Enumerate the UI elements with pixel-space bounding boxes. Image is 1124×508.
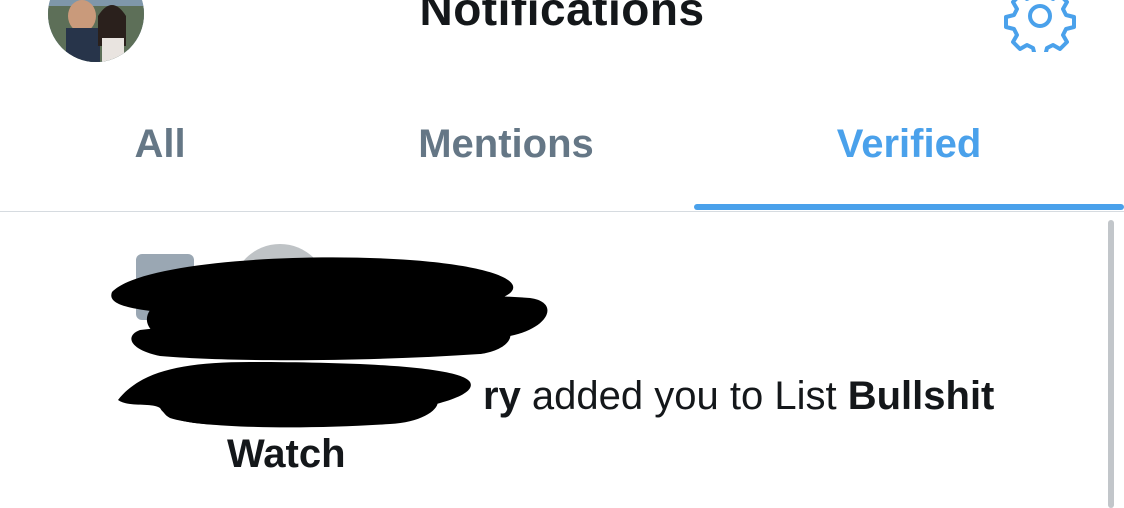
gear-icon: [1004, 0, 1076, 58]
notifications-screen: Notifications All Mentions Verified ry a…: [0, 0, 1124, 508]
tab-verified[interactable]: Verified: [694, 112, 1124, 210]
notification-list-name: Bullshit: [847, 374, 995, 418]
page-title: Notifications: [419, 0, 705, 35]
tab-mentions[interactable]: Mentions: [356, 112, 656, 210]
list-added-notification[interactable]: ry added you to List Bullshit Watch: [0, 212, 1108, 508]
active-tab-indicator: [694, 204, 1124, 210]
notification-text: ry added you to List Bullshit Watch: [164, 367, 1044, 483]
tab-all[interactable]: All: [60, 112, 260, 210]
notification-action: added you to List: [520, 374, 848, 418]
scrollbar[interactable]: [1108, 220, 1114, 508]
notification-tabs: All Mentions Verified: [0, 112, 1124, 212]
notification-list-name-cont: Watch: [227, 432, 346, 476]
settings-button[interactable]: [1004, 0, 1076, 58]
notification-user: ry: [483, 374, 521, 418]
